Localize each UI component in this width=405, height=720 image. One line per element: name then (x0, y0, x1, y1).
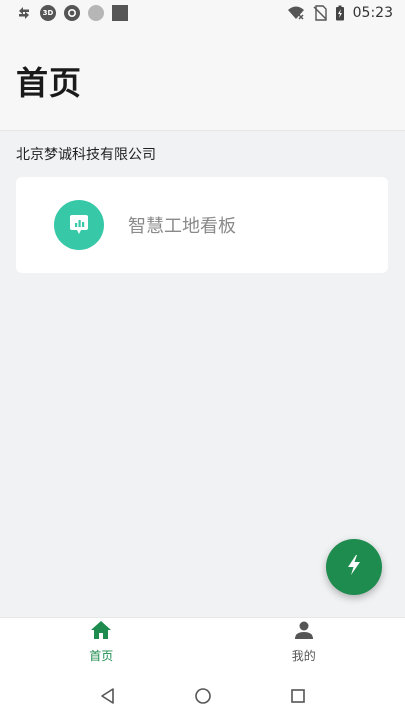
no-sim-icon (313, 5, 327, 21)
lightning-icon (346, 554, 362, 580)
smart-site-dashboard-card[interactable]: 智慧工地看板 (16, 177, 388, 273)
home-icon (90, 620, 112, 644)
q-badge-icon (64, 5, 80, 21)
status-left-icons: 3D (16, 5, 128, 21)
battery-charging-icon (335, 5, 345, 21)
circle-icon (88, 5, 104, 21)
company-name: 北京梦诚科技有限公司 (16, 147, 156, 163)
back-icon[interactable] (96, 684, 120, 708)
recents-icon[interactable] (286, 684, 310, 708)
3d-badge-icon: 3D (40, 5, 56, 21)
dashboard-chart-icon (54, 200, 104, 250)
tab-mine[interactable]: 我的 (203, 612, 405, 672)
clock: 05:23 (352, 5, 393, 21)
quick-action-button[interactable] (326, 539, 382, 595)
system-navigation-bar (0, 672, 405, 720)
status-bar: 3D 05:23 (0, 0, 405, 26)
tab-home-label: 首页 (89, 649, 114, 663)
page-title: 首页 (16, 64, 83, 102)
person-icon (294, 620, 314, 644)
sync-icon (16, 5, 32, 21)
bottom-tab-bar: 首页 我的 (0, 617, 405, 672)
status-right-icons: 05:23 (287, 5, 393, 21)
wifi-off-icon (287, 5, 305, 21)
tab-home[interactable]: 首页 (0, 612, 203, 672)
square-icon (112, 5, 128, 21)
card-label: 智慧工地看板 (128, 216, 236, 237)
home-circle-icon[interactable] (191, 684, 215, 708)
tab-mine-label: 我的 (291, 649, 316, 663)
